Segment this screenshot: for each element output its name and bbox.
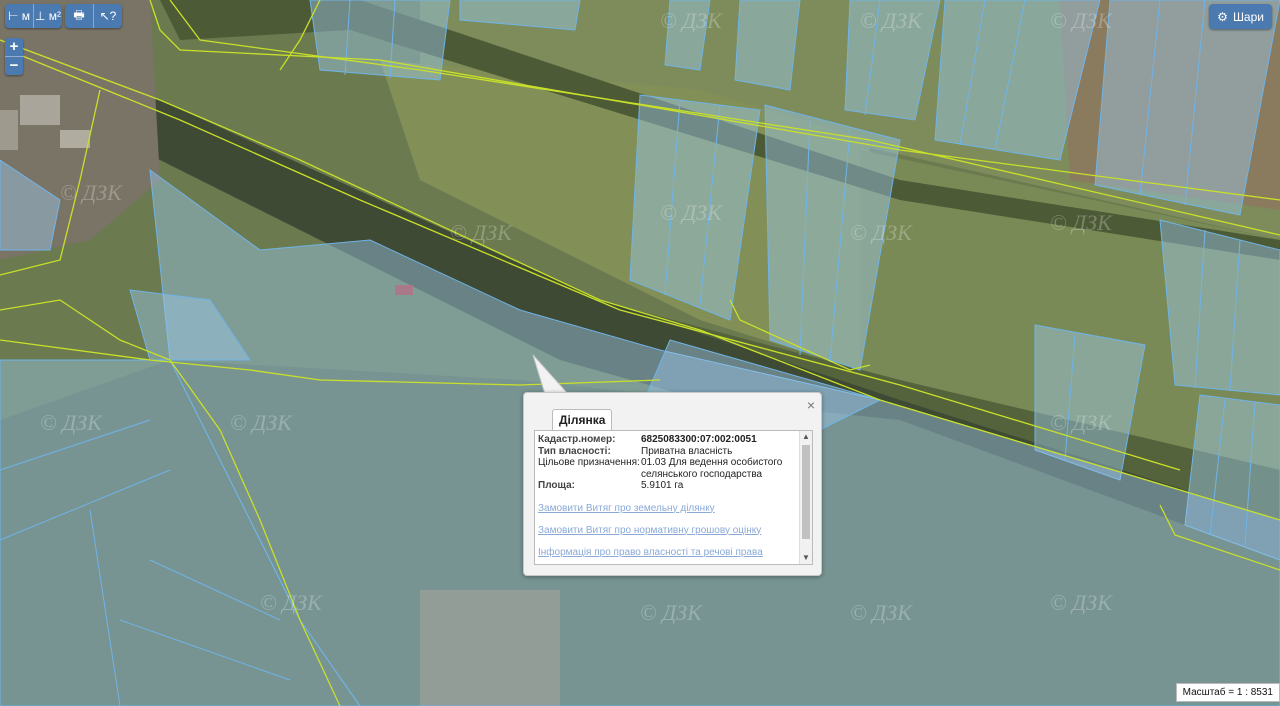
info-row-area: Площа: 5.9101 га	[538, 480, 796, 492]
tools-toolbar: 🖶 ↖?	[65, 4, 122, 28]
scroll-up-icon[interactable]: ▲	[800, 431, 812, 443]
value-ownership: Приватна власність	[641, 445, 733, 457]
measure-length-button[interactable]: ⊢ м	[5, 4, 34, 28]
scale-indicator: Масштаб = 1 : 8531	[1175, 683, 1280, 702]
print-button[interactable]: 🖶	[65, 4, 94, 28]
svg-text:© ДЗК: © ДЗК	[850, 600, 913, 625]
label-cadastral: Кадастр.номер:	[538, 434, 616, 445]
info-row-purpose: Цільове призначення: 01.03 Для ведення о…	[538, 457, 796, 480]
parcel-popup: × Ділянка Кадастр.номер: 6825083300:07:0…	[523, 392, 822, 576]
svg-text:© ДЗК: © ДЗК	[860, 8, 923, 33]
value-purpose: 01.03 Для ведення особистого селянського…	[641, 457, 783, 480]
value-area: 5.9101 га	[641, 480, 684, 491]
info-row-ownership: Тип власності: Приватна власність	[538, 446, 796, 458]
layers-button[interactable]: ⚙ Шари	[1209, 4, 1272, 29]
svg-text:© ДЗК: © ДЗК	[60, 180, 123, 205]
label-purpose: Цільове призначення:	[538, 457, 640, 468]
measure-area-button[interactable]: ⊥ м²	[34, 4, 62, 28]
zoom-control: + −	[5, 38, 23, 75]
identify-button[interactable]: ↖?	[94, 4, 122, 28]
zoom-in-button[interactable]: +	[5, 38, 23, 57]
svg-text:© ДЗК: © ДЗК	[660, 200, 723, 225]
tab-parcel[interactable]: Ділянка	[552, 409, 613, 430]
svg-text:© ДЗК: © ДЗК	[1050, 8, 1113, 33]
scroll-thumb[interactable]	[802, 445, 810, 539]
layers-label: Шари	[1232, 9, 1264, 24]
label-area: Площа:	[538, 480, 575, 491]
gear-icon: ⚙	[1217, 9, 1228, 24]
svg-text:© ДЗК: © ДЗК	[1050, 590, 1113, 615]
svg-text:© ДЗК: © ДЗК	[230, 410, 293, 435]
info-row-cadastral: Кадастр.номер: 6825083300:07:002:0051	[538, 434, 796, 446]
svg-text:© ДЗК: © ДЗК	[1050, 410, 1113, 435]
svg-text:© ДЗК: © ДЗК	[1050, 210, 1113, 235]
zoom-out-button[interactable]: −	[5, 57, 23, 75]
label-ownership: Тип власності:	[538, 445, 611, 457]
value-cadastral: 6825083300:07:002:0051	[641, 434, 757, 445]
popup-body: Кадастр.номер: 6825083300:07:002:0051 Ти…	[534, 430, 813, 565]
svg-text:© ДЗК: © ДЗК	[40, 410, 103, 435]
svg-text:© ДЗК: © ДЗК	[640, 600, 703, 625]
popup-scrollbar[interactable]: ▲ ▼	[799, 431, 812, 564]
measure-toolbar: ⊢ м ⊥ м²	[5, 4, 62, 28]
svg-text:© ДЗК: © ДЗК	[850, 220, 913, 245]
parcel-info: Кадастр.номер: 6825083300:07:002:0051 Ти…	[538, 434, 796, 558]
order-valuation-link[interactable]: Замовити Витяг про нормативну грошову оц…	[538, 525, 796, 536]
svg-text:© ДЗК: © ДЗК	[660, 8, 723, 33]
svg-text:© ДЗК: © ДЗК	[260, 590, 323, 615]
ownership-rights-link[interactable]: Інформація про право власності та речові…	[538, 547, 796, 558]
close-icon[interactable]: ×	[807, 397, 815, 413]
order-extract-link[interactable]: Замовити Витяг про земельну ділянку	[538, 503, 796, 514]
satellite-imagery: © ДЗК © ДЗК © ДЗК © ДЗК © ДЗК © ДЗК © ДЗК © Д…	[0, 0, 1280, 706]
svg-text:© ДЗК: © ДЗК	[450, 220, 513, 245]
scroll-down-icon[interactable]: ▼	[800, 552, 812, 564]
map-canvas[interactable]: © ДЗК © ДЗК © ДЗК © ДЗК © ДЗК © ДЗК © ДЗК © Д…	[0, 0, 1280, 706]
